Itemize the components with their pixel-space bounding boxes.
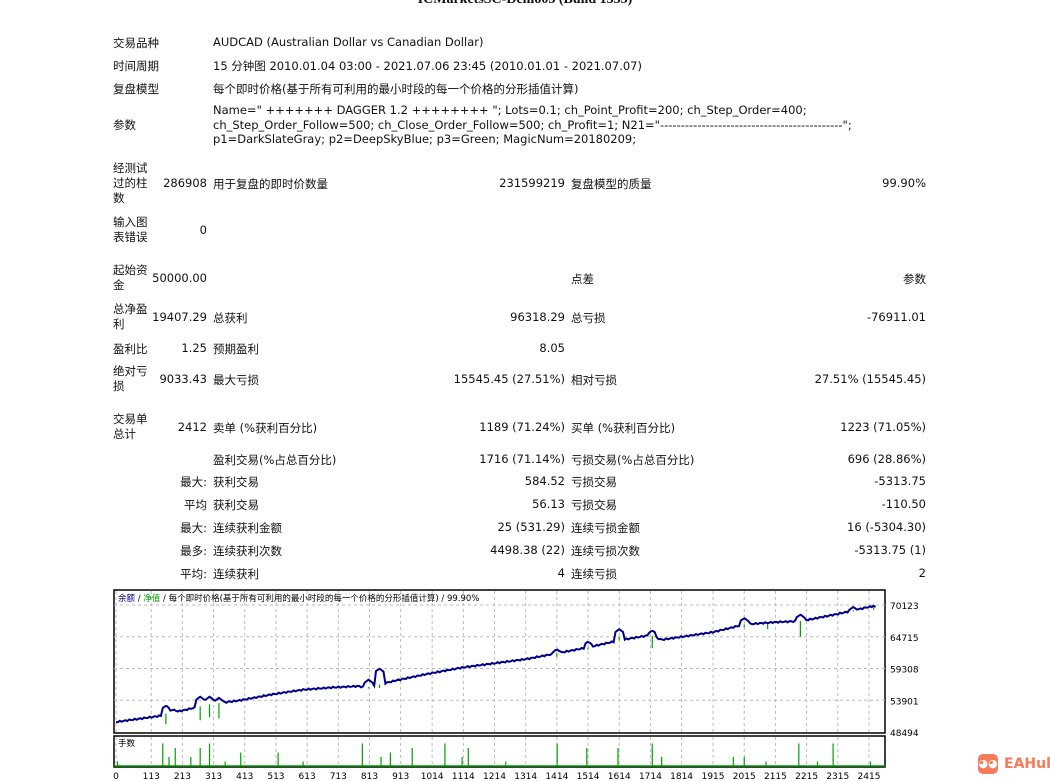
- x-tick-label: 1614: [608, 772, 631, 781]
- x-tick-label: 713: [330, 772, 347, 781]
- x-tick-label: 2415: [858, 772, 881, 781]
- x-tick-label: 1014: [421, 772, 444, 781]
- y-tick-label: 48494: [890, 729, 919, 739]
- y-tick-label: 59308: [890, 666, 919, 676]
- y-tick-label: 53901: [890, 697, 919, 707]
- x-tick-label: 1414: [545, 772, 568, 781]
- x-tick-label: 613: [299, 772, 316, 781]
- x-tick-label: 413: [236, 772, 253, 781]
- x-tick-label: 1915: [702, 772, 725, 781]
- x-tick-label: 813: [361, 772, 378, 781]
- x-tick-label: 113: [143, 772, 160, 781]
- y-tick-label: 64715: [890, 634, 919, 644]
- balance-chart: 70123 64715 59308 53901 48494 0 113 213 313 413 51…: [113, 589, 919, 781]
- x-tick-label: 1314: [514, 772, 537, 781]
- pig-logo-icon: ◕◕: [978, 754, 998, 774]
- x-tick-label: 2015: [733, 772, 756, 781]
- volume-plot-frame: [113, 735, 886, 768]
- legend-rest: / 每个即时价格(基于所有可利用的最小时段的每一个价格的分形插值计算) / 99…: [160, 593, 479, 604]
- legend-balance: 余额: [118, 593, 136, 604]
- chart-legend: 余额 / 净值 / 每个即时价格(基于所有可利用的最小时段的每一个价格的分形插值…: [118, 593, 479, 604]
- x-tick-label: 513: [267, 772, 284, 781]
- x-tick-label: 313: [205, 772, 222, 781]
- x-tick-label: 2215: [795, 772, 818, 781]
- x-tick-label: 213: [174, 772, 191, 781]
- volume-label: 手数: [118, 738, 136, 749]
- x-tick-label: 0: [113, 772, 119, 781]
- x-tick-label: 1114: [452, 772, 475, 781]
- x-tick-label: 2115: [764, 772, 787, 781]
- x-tick-label: 1714: [639, 772, 662, 781]
- x-tick-label: 1514: [577, 772, 600, 781]
- y-tick-label: 70123: [890, 602, 919, 612]
- x-tick-label: 1214: [483, 772, 506, 781]
- legend-equity: 净值: [143, 593, 161, 604]
- x-tick-label: 913: [392, 772, 409, 781]
- x-tick-label: 2315: [826, 772, 849, 781]
- main-plot-frame: [113, 589, 886, 734]
- x-tick-label: 1814: [670, 772, 693, 781]
- eahub-watermark: ◕◕EAHub: [978, 754, 1050, 774]
